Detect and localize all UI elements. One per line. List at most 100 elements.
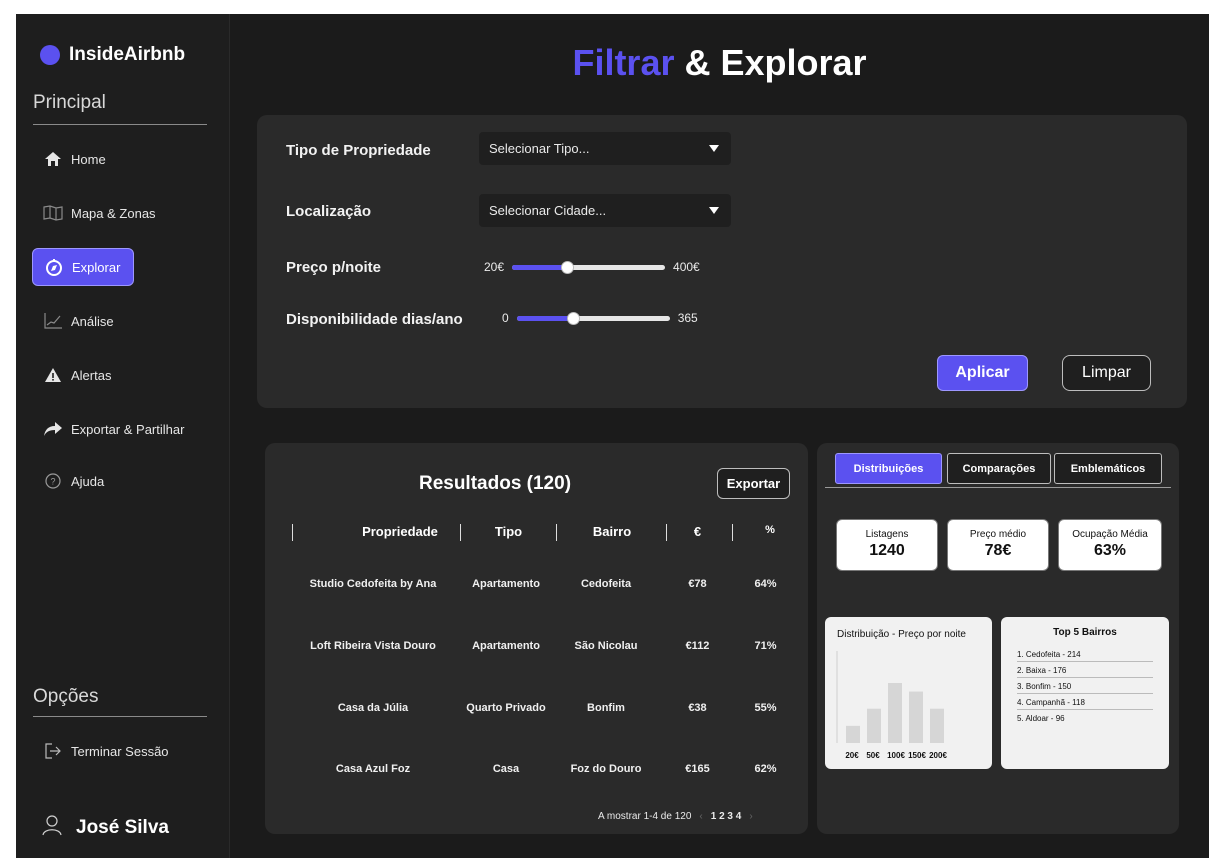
histogram-tick-label: 150€: [908, 751, 926, 760]
kpi-preco-medio: Preço médio 78€: [947, 519, 1049, 571]
cell-ocupacao: 55%: [754, 702, 777, 714]
histogram-bar: [867, 708, 881, 743]
section-title-opcoes: Opções: [33, 686, 99, 707]
chevron-right-icon[interactable]: ›: [749, 811, 752, 822]
price-label: Preço p/noite: [286, 259, 382, 276]
availability-max: 365: [677, 311, 698, 325]
share-icon: [43, 420, 63, 438]
availability-label: Disponibilidade dias/ano: [286, 311, 463, 328]
sidebar-item-label: Análise: [71, 313, 114, 329]
page-numbers[interactable]: 1 2 3 4: [711, 811, 742, 822]
cell-bairro: São Nicolau: [574, 640, 638, 652]
chevron-left-icon[interactable]: ‹: [699, 811, 702, 822]
logout-button[interactable]: Terminar Sessão: [32, 732, 202, 770]
clear-button[interactable]: Limpar: [1062, 355, 1151, 391]
property-type-select[interactable]: Selecionar Tipo...: [479, 132, 731, 165]
kpi-value: 1240: [869, 542, 905, 559]
cell-bairro: Foz do Douro: [570, 763, 642, 775]
cell-preco: €112: [685, 640, 710, 652]
kpi-value: 78€: [984, 542, 1012, 559]
caret-down-icon: [709, 207, 719, 214]
sidebar-item-alertas[interactable]: Alertas: [32, 356, 134, 394]
availability-slider-track[interactable]: [516, 311, 670, 325]
top-bairros-card: Top 5 Bairros 1. Cedofeita - 214 2. Baix…: [1001, 617, 1169, 769]
list-item: 5. Aldoar - 96: [1017, 714, 1065, 723]
column-header-ocupacao[interactable]: %: [745, 524, 795, 536]
column-separator: [460, 524, 461, 541]
kpi-listagens: Listagens 1240: [836, 519, 938, 571]
cell-propriedade: Casa Azul Foz: [335, 763, 411, 775]
cell-preco: €38: [688, 702, 707, 714]
sidebar-item-exportar[interactable]: Exportar & Partilhar: [32, 410, 212, 448]
price-slider-fill: [512, 264, 568, 270]
sidebar-item-label: Explorar: [72, 259, 121, 275]
price-min: 20€: [484, 260, 505, 274]
column-header-preco[interactable]: €: [675, 524, 720, 539]
export-button[interactable]: Exportar: [717, 468, 790, 499]
kpi-ocupacao-media: Ocupação Média 63%: [1058, 519, 1162, 571]
cell-propriedade: Studio Cedofeita by Ana: [309, 578, 437, 590]
column-header-bairro[interactable]: Bairro: [567, 524, 657, 539]
price-slider-track[interactable]: [512, 260, 666, 274]
list-item: 4. Campanhã - 118: [1017, 698, 1153, 710]
sidebar-item-ajuda[interactable]: ? Ajuda: [32, 462, 134, 500]
user-profile[interactable]: José Silva: [42, 814, 169, 841]
chart-icon: [43, 312, 63, 330]
location-value: Selecionar Cidade...: [489, 203, 607, 218]
kpi-value: 63%: [1093, 542, 1127, 559]
pagination: A mostrar 1-4 de 120 ‹ 1 2 3 4 ›: [598, 811, 753, 822]
sidebar: InsideAirbnb Principal Home Mapa & Zonas…: [16, 14, 230, 858]
histogram-card: Distribuição - Preço por noite 20€ 50€ 100…: [825, 617, 992, 769]
cell-bairro: Cedofeita: [580, 578, 632, 590]
histogram-tick-label: 50€: [866, 751, 880, 760]
column-separator: [556, 524, 557, 541]
histogram-tick-label: 20€: [845, 751, 859, 760]
column-separator: [666, 524, 667, 541]
sidebar-item-label: Exportar & Partilhar: [71, 421, 185, 437]
price-slider-handle[interactable]: [561, 260, 575, 274]
histogram-bar: [888, 683, 902, 743]
user-icon: [42, 814, 62, 841]
help-icon: ?: [43, 472, 63, 490]
cell-ocupacao: 64%: [754, 578, 777, 590]
location-select[interactable]: Selecionar Cidade...: [479, 194, 731, 227]
sidebar-item-analise[interactable]: Análise: [32, 302, 134, 340]
sidebar-item-map[interactable]: Mapa & Zonas: [32, 194, 192, 232]
map-icon: [43, 204, 63, 222]
availability-slider-fill: [516, 315, 574, 321]
availability-slider-handle[interactable]: [567, 311, 581, 325]
sidebar-item-home[interactable]: Home: [32, 140, 134, 178]
tab-emblematicos[interactable]: Emblemáticos: [1054, 453, 1162, 484]
divider: [33, 716, 207, 717]
list-item: 3. Bonfim - 150: [1017, 682, 1153, 694]
cell-tipo: Apartamento: [472, 640, 540, 652]
user-name: José Silva: [76, 816, 169, 838]
cell-preco: €165: [685, 763, 710, 775]
tab-comparacoes[interactable]: Comparações: [947, 453, 1051, 484]
logout-icon: [43, 742, 63, 760]
home-icon: [43, 150, 63, 168]
cell-ocupacao: 71%: [754, 640, 777, 652]
kpi-label: Listagens: [865, 529, 909, 540]
results-title: Resultados (120): [418, 473, 572, 494]
cell-tipo: Casa: [492, 763, 520, 775]
column-header-tipo[interactable]: Tipo: [471, 524, 546, 539]
sidebar-item-explorar[interactable]: Explorar: [32, 248, 134, 286]
price-max: 400€: [673, 260, 700, 274]
column-header-propriedade[interactable]: Propriedade: [325, 524, 475, 539]
svg-text:?: ?: [50, 477, 55, 487]
app-window: InsideAirbnb Principal Home Mapa & Zonas…: [16, 14, 1209, 858]
cell-preco: €78: [688, 578, 707, 590]
tab-distribuicoes[interactable]: Distribuições: [835, 453, 942, 484]
top-bairros-list: 1. Cedofeita - 214 2. Baixa - 176 3. Bon…: [1001, 638, 1169, 725]
filter-panel: Tipo de Propriedade Selecionar Tipo... L…: [257, 115, 1187, 408]
list-item: 1. Cedofeita - 214: [1017, 650, 1153, 662]
list-item: 2. Baixa - 176: [1017, 666, 1153, 678]
sidebar-item-label: Alertas: [71, 367, 112, 383]
location-label: Localização: [286, 203, 372, 220]
histogram-chart: 20€ 50€ 100€ 150€ 200€: [836, 651, 947, 760]
property-type-value: Selecionar Tipo...: [489, 141, 590, 156]
pagination-summary: A mostrar 1-4 de 120: [598, 811, 692, 822]
apply-button[interactable]: Aplicar: [937, 355, 1028, 391]
top-bairros-title: Top 5 Bairros: [1053, 627, 1117, 638]
